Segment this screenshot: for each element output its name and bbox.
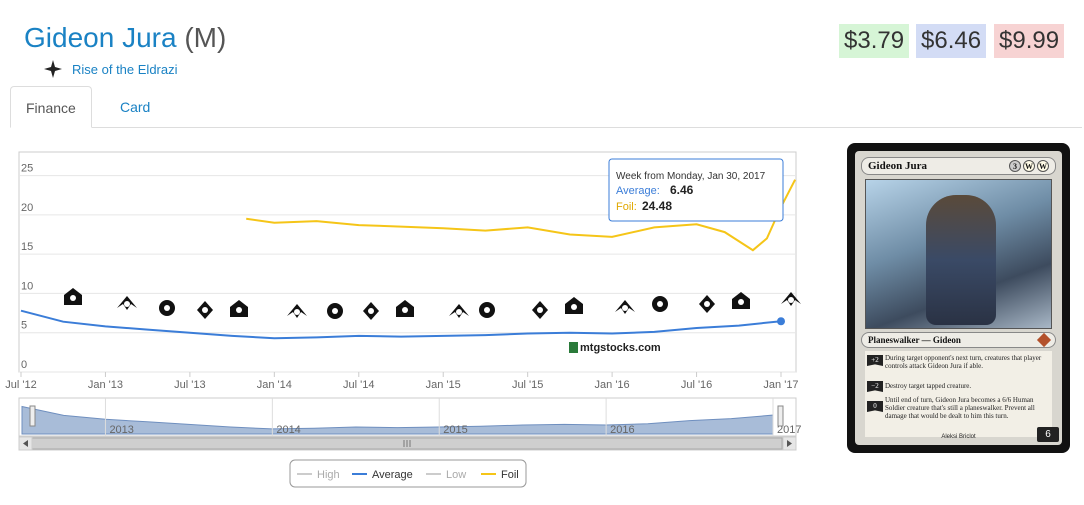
- card-ability: During target opponent's next turn, crea…: [885, 354, 1042, 370]
- card-typebar: Planeswalker — Gideon: [861, 332, 1056, 348]
- legend-label: High: [317, 469, 340, 481]
- price-avg-badge: $6.46: [916, 24, 987, 58]
- set-link[interactable]: Rise of the Eldrazi: [72, 62, 178, 77]
- navigator-label: 2015: [443, 424, 467, 436]
- tooltip-foil-value: 24.48: [642, 199, 672, 213]
- loyalty-cost-icon: −2: [867, 381, 883, 392]
- tab-finance[interactable]: Finance: [10, 86, 92, 128]
- set-icon-17: [732, 292, 750, 309]
- card-art-figure: [926, 195, 996, 325]
- tooltip-avg-label: Average:: [616, 185, 660, 197]
- card-set-symbol-icon: [1036, 332, 1052, 348]
- y-tick-label: 0: [21, 359, 27, 371]
- card-artist: Aleksi Briclot: [941, 434, 976, 440]
- card-image: Gideon Jura 3 W W Planeswalker — Gideon …: [847, 143, 1070, 453]
- x-tick-label: Jul '14: [343, 379, 374, 391]
- card-ability: Until end of turn, Gideon Jura becomes a…: [885, 396, 1035, 420]
- set-icon-m15: [363, 302, 379, 320]
- set-icon-7: [327, 303, 343, 319]
- price-low-badge: $3.79: [839, 24, 910, 58]
- horizontal-scrollbar[interactable]: [18, 436, 797, 451]
- chart-tooltip: Week from Monday, Jan 30, 2017 Average: …: [608, 158, 784, 222]
- legend-label: Average: [372, 469, 413, 481]
- set-icon-9: [396, 300, 414, 317]
- card-ability: Destroy target tapped creature.: [885, 382, 972, 390]
- tab-card[interactable]: Card: [105, 86, 165, 128]
- y-tick-label: 10: [21, 280, 33, 292]
- price-chart: 0 5 10 15 20 25 Jul '12 Jan '13 Jul '13 Jan '14 J…: [0, 140, 810, 500]
- navigator-label: 2016: [610, 424, 634, 436]
- mana-generic-icon: 3: [1009, 160, 1021, 172]
- page-title: Gideon Jura (M): [24, 22, 226, 54]
- set-icon-16: [699, 295, 715, 313]
- y-tick-label: 20: [21, 202, 33, 214]
- mana-white-icon: W: [1037, 160, 1049, 172]
- card-art: [865, 179, 1052, 329]
- watermark-logo-icon: [569, 342, 578, 353]
- set-icon-10: [449, 304, 469, 318]
- x-tick-label: Jan '14: [257, 379, 292, 391]
- set-icon-12: [532, 301, 548, 319]
- set-icon-11: [479, 302, 495, 318]
- card-type-line: Planeswalker — Gideon: [868, 335, 961, 345]
- card-textbox: +2 During target opponent's next turn, c…: [865, 351, 1052, 437]
- price-foil-badge: $9.99: [994, 24, 1065, 58]
- set-icon-2: [117, 296, 137, 310]
- x-tick-label: Jan '15: [426, 379, 461, 391]
- loyalty-cost-icon: 0: [867, 401, 883, 412]
- tab-bar: Finance Card: [10, 86, 1082, 128]
- x-tick-label: Jan '13: [88, 379, 123, 391]
- navigator-label: 2014: [276, 424, 300, 436]
- tooltip-avg-value: 6.46: [670, 183, 694, 197]
- set-icon-18: [781, 292, 801, 306]
- y-tick-label: 25: [21, 163, 33, 175]
- set-symbol-icon: [44, 60, 62, 78]
- watermark: mtgstocks.com: [580, 342, 661, 354]
- tooltip-foil-label: Foil:: [616, 201, 637, 213]
- navigator-left-handle[interactable]: [29, 405, 36, 427]
- card-loyalty: 6: [1037, 427, 1059, 442]
- y-tick-label: 15: [21, 241, 33, 253]
- price-chart-svg: 0 5 10 15 20 25 Jul '12 Jan '13 Jul '13 Jan '14 J…: [5, 151, 801, 488]
- x-tick-label: Jan '16: [595, 379, 630, 391]
- set-icon-15: [652, 296, 668, 312]
- set-icon-6: [287, 304, 307, 318]
- set-icon-3: [159, 300, 175, 316]
- x-tick-label: Jul '12: [5, 379, 36, 391]
- set-icon-14: [615, 300, 635, 314]
- card-mana-cost: 3 W W: [1009, 160, 1049, 172]
- navigator-right-handle[interactable]: [777, 405, 784, 427]
- mana-white-icon: W: [1023, 160, 1035, 172]
- set-icon-m14: [197, 301, 213, 319]
- legend-label: Foil: [501, 469, 519, 481]
- card-name: Gideon Jura: [24, 22, 177, 53]
- x-tick-label: Jul '15: [512, 379, 543, 391]
- x-tick-label: Jul '16: [681, 379, 712, 391]
- series-point-average: [777, 317, 785, 326]
- set-icon-5: [230, 300, 248, 317]
- x-tick-label: Jul '13: [174, 379, 205, 391]
- card-frame: Gideon Jura 3 W W Planeswalker — Gideon …: [855, 151, 1062, 445]
- chart-legend: High Average Low Foil: [289, 459, 527, 488]
- card-namebar: Gideon Jura 3 W W: [861, 157, 1056, 175]
- range-navigator[interactable]: 2013 2014 2015 2016 2017: [18, 397, 801, 437]
- set-icon-1: [64, 288, 82, 305]
- x-tick-label: Jan '17: [763, 379, 798, 391]
- legend-label: Low: [446, 469, 466, 481]
- card-image-name: Gideon Jura: [868, 160, 927, 172]
- loyalty-cost-icon: +2: [867, 355, 883, 366]
- card-rarity: (M): [184, 22, 227, 53]
- set-icon-13: [565, 297, 583, 314]
- set-row: Rise of the Eldrazi: [44, 60, 178, 78]
- navigator-label: 2013: [109, 424, 133, 436]
- tooltip-header: Week from Monday, Jan 30, 2017: [616, 171, 766, 182]
- y-tick-label: 5: [21, 320, 27, 332]
